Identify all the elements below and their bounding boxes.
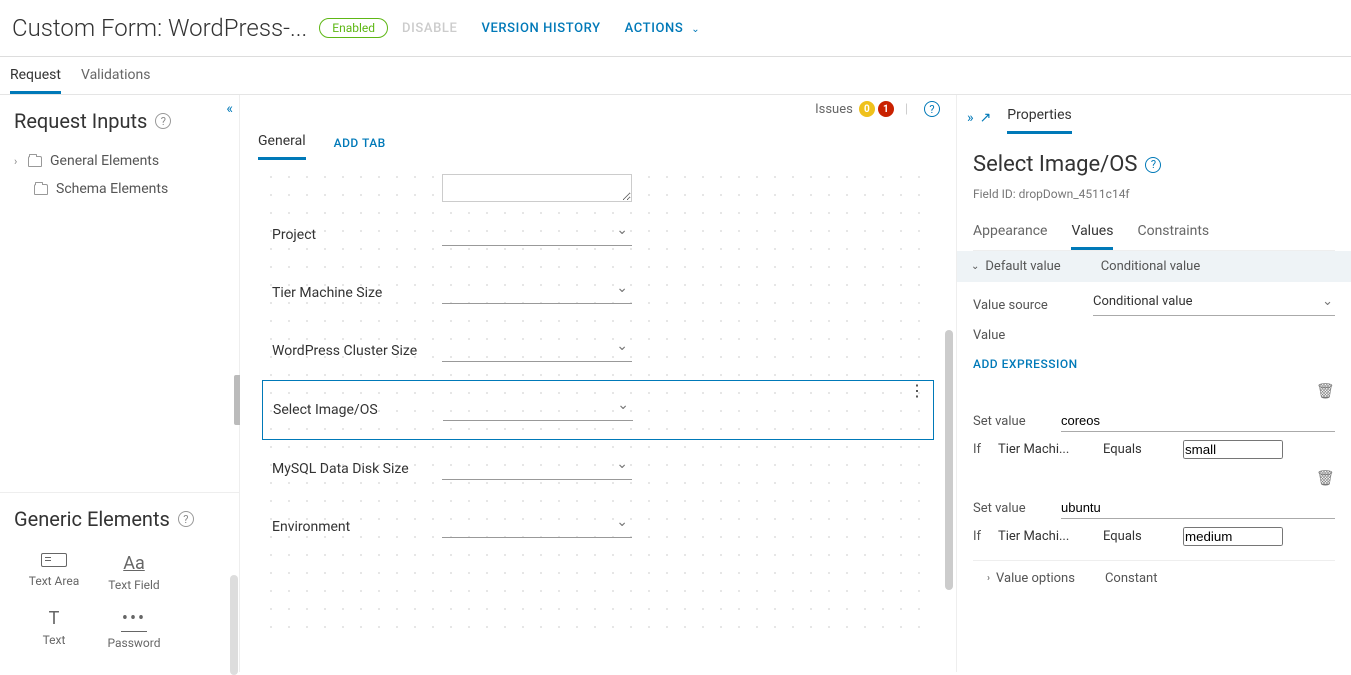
help-icon[interactable]: ? xyxy=(155,113,171,129)
accordion-constant[interactable]: Constant xyxy=(1105,571,1158,586)
element-textfield[interactable]: Aa Text Field xyxy=(94,545,174,600)
properties-tab[interactable]: Properties xyxy=(1007,101,1071,134)
tab-validations[interactable]: Validations xyxy=(81,57,150,94)
collapse-left-icon[interactable]: « xyxy=(226,101,233,117)
disable-button: DISABLE xyxy=(402,21,457,36)
field-tier-machine-size[interactable]: Tier Machine Size xyxy=(262,264,934,322)
subtab-constraints[interactable]: Constraints xyxy=(1137,217,1209,250)
set-value-input[interactable] xyxy=(1061,497,1335,519)
environment-select[interactable] xyxy=(442,516,632,538)
project-select[interactable] xyxy=(442,224,632,246)
help-icon[interactable]: ? xyxy=(178,511,194,527)
wp-cluster-select[interactable] xyxy=(442,340,632,362)
subtab-appearance[interactable]: Appearance xyxy=(973,217,1047,250)
tree-schema-elements[interactable]: Schema Elements xyxy=(14,175,225,203)
field-environment[interactable]: Environment xyxy=(262,498,934,556)
generic-elements-panel: Generic Elements ? Text Area Aa Text Fie… xyxy=(0,492,239,672)
issues-warning-badge[interactable]: 0 xyxy=(859,101,875,117)
accordion-value-options[interactable]: › Value options xyxy=(987,571,1075,586)
delete-expression-icon[interactable]: 🗑 xyxy=(1316,469,1335,487)
value-source-select[interactable]: Conditional value xyxy=(1093,294,1335,316)
mysql-disk-select[interactable] xyxy=(442,458,632,480)
textfield-icon: Aa xyxy=(94,553,174,574)
issues-label: Issues xyxy=(815,102,853,117)
actions-menu[interactable]: ACTIONS ⌄ xyxy=(625,21,701,36)
chevron-right-icon: › xyxy=(987,573,990,584)
text-icon: T xyxy=(14,608,94,629)
condition-field-select[interactable]: Tier Machi... xyxy=(998,529,1093,544)
status-pill: Enabled xyxy=(319,18,388,38)
page-title: Custom Form: WordPress-... xyxy=(12,14,307,42)
condition-operator-select[interactable]: Equals xyxy=(1103,442,1173,457)
chevron-down-icon: ⌄ xyxy=(691,24,700,35)
tier-size-select[interactable] xyxy=(442,282,632,304)
page-header: Custom Form: WordPress-... Enabled DISAB… xyxy=(0,0,1351,57)
expand-right-icon[interactable]: » xyxy=(967,110,974,126)
subtab-values[interactable]: Values xyxy=(1071,217,1113,250)
image-os-select[interactable] xyxy=(443,399,633,421)
issues-error-badge[interactable]: 1 xyxy=(878,101,894,117)
value-label: Value xyxy=(973,328,1093,343)
expression-block: 🗑 Set value If Tier Machi... Equals xyxy=(973,382,1335,459)
help-icon[interactable]: ? xyxy=(1145,157,1161,173)
expression-block: 🗑 Set value If Tier Machi... Equals xyxy=(973,469,1335,546)
form-subtabs: Request Validations xyxy=(0,57,1351,95)
field-project[interactable]: Project xyxy=(262,206,934,264)
field-select-image-os[interactable]: Select Image/OS ⋮ xyxy=(262,380,934,440)
left-panel: « Request Inputs ? › General Elements Sc… xyxy=(0,95,240,672)
property-title: Select Image/OS ? xyxy=(973,152,1335,177)
tree-general-elements[interactable]: › General Elements xyxy=(14,147,225,175)
add-tab-button[interactable]: ADD TAB xyxy=(334,126,386,158)
element-text[interactable]: T Text xyxy=(14,600,94,658)
scrollbar[interactable] xyxy=(230,575,238,675)
set-value-input[interactable] xyxy=(1061,410,1335,432)
condition-operator-select[interactable]: Equals xyxy=(1103,529,1173,544)
properties-panel: » ↗ Properties Select Image/OS ? Field I… xyxy=(956,95,1351,672)
help-icon[interactable]: ? xyxy=(924,101,940,117)
add-expression-button[interactable]: ADD EXPRESSION xyxy=(973,357,1078,371)
designer-canvas-area: Issues 0 1 | ? General ADD TAB Project T… xyxy=(240,95,956,672)
delete-expression-icon[interactable]: 🗑 xyxy=(1316,382,1335,400)
element-password[interactable]: ••• Password xyxy=(94,600,174,658)
version-history-link[interactable]: VERSION HISTORY xyxy=(481,21,600,36)
actions-label: ACTIONS xyxy=(625,21,684,36)
field-wordpress-cluster-size[interactable]: WordPress Cluster Size xyxy=(262,322,934,380)
element-textarea[interactable]: Text Area xyxy=(14,545,94,600)
chevron-down-icon: ⌄ xyxy=(971,261,979,272)
scrollbar[interactable] xyxy=(945,330,953,590)
chevron-right-icon: › xyxy=(14,155,28,168)
maximize-icon[interactable]: ↗ xyxy=(980,110,992,126)
field-mysql-data-disk-size[interactable]: MySQL Data Disk Size xyxy=(262,440,934,498)
accordion-conditional-value[interactable]: Conditional value xyxy=(1101,259,1201,274)
description-textarea[interactable] xyxy=(442,174,632,202)
tab-request[interactable]: Request xyxy=(10,57,61,94)
condition-value-input[interactable] xyxy=(1183,527,1283,546)
designer-tab-general[interactable]: General xyxy=(258,123,306,160)
password-icon: ••• xyxy=(94,608,174,632)
more-options-icon[interactable]: ⋮ xyxy=(909,387,925,395)
field-id-label: Field ID: dropDown_4511c14f xyxy=(973,187,1335,201)
textarea-icon xyxy=(41,553,67,567)
condition-field-select[interactable]: Tier Machi... xyxy=(998,442,1093,457)
accordion-default-value[interactable]: ⌄ Default value xyxy=(971,259,1061,274)
folder-icon xyxy=(34,184,48,195)
condition-value-input[interactable] xyxy=(1183,440,1283,459)
value-source-label: Value source xyxy=(973,298,1093,313)
request-inputs-heading: Request Inputs ? xyxy=(14,109,225,133)
folder-icon xyxy=(28,156,42,167)
